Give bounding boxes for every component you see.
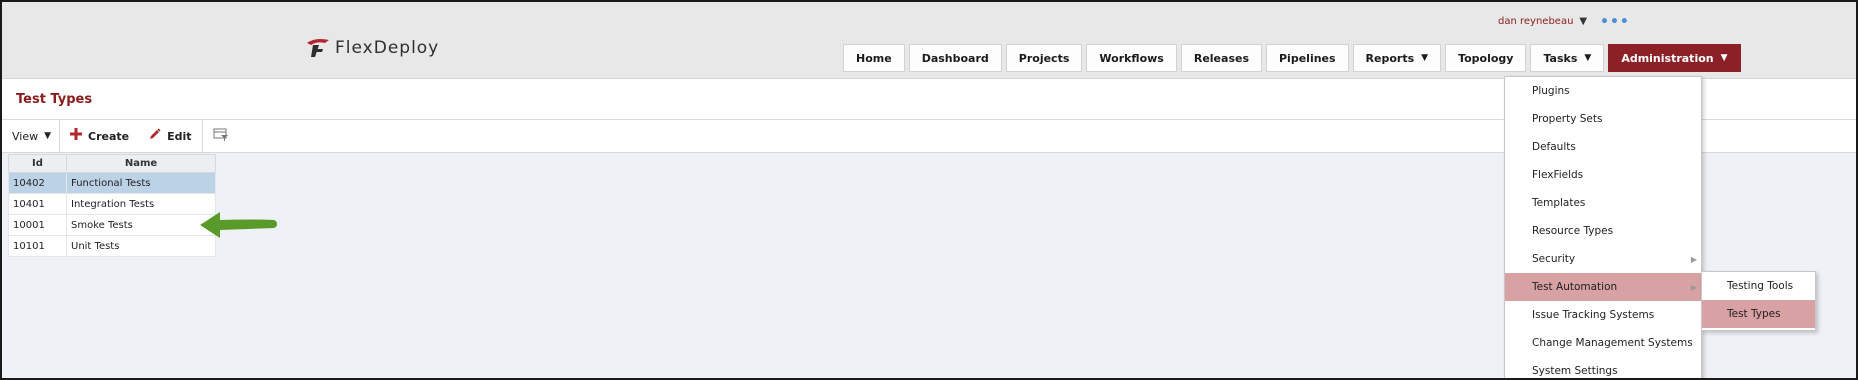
nav-home[interactable]: Home: [843, 44, 905, 72]
table-row[interactable]: 10101 Unit Tests: [8, 235, 216, 257]
test-automation-submenu: Testing Tools Test Types: [1701, 271, 1816, 331]
cell-name: Smoke Tests: [66, 214, 216, 236]
cell-id: 10401: [8, 193, 67, 215]
menu-item-security[interactable]: Security ▶: [1505, 245, 1701, 273]
menu-item-property-sets[interactable]: Property Sets: [1505, 105, 1701, 133]
nav-administration[interactable]: Administration ▼: [1608, 44, 1741, 72]
column-header-name[interactable]: Name: [66, 154, 216, 173]
nav-label: Administration: [1621, 51, 1714, 65]
nav-label: Home: [856, 51, 892, 65]
nav-label: Topology: [1458, 51, 1514, 65]
test-types-table: Id Name 10402 Functional Tests 10401 Int…: [8, 154, 216, 257]
chevron-right-icon: ▶: [1690, 282, 1697, 292]
cell-id: 10402: [8, 172, 67, 194]
pencil-icon: [149, 128, 161, 144]
menu-item-label: Test Automation: [1532, 281, 1618, 293]
nav-workflows[interactable]: Workflows: [1086, 44, 1177, 72]
menu-item-test-automation[interactable]: Test Automation ▶: [1505, 273, 1701, 301]
chevron-down-icon: ▼: [1584, 53, 1592, 63]
edit-label: Edit: [167, 129, 192, 143]
plus-icon: [70, 128, 83, 144]
menu-item-label: Resource Types: [1532, 225, 1614, 237]
menu-item-change-management-systems[interactable]: Change Management Systems: [1505, 329, 1701, 357]
logo-icon: [305, 37, 331, 59]
menu-item-issue-tracking-systems[interactable]: Issue Tracking Systems: [1505, 301, 1701, 329]
filter-icon: [213, 128, 229, 145]
menu-item-label: Plugins: [1532, 85, 1570, 97]
view-label: View: [12, 129, 39, 143]
chevron-down-icon: ▼: [1720, 53, 1728, 63]
cell-id: 10101: [8, 235, 67, 257]
chevron-down-icon: ▼: [1579, 16, 1588, 27]
nav-projects[interactable]: Projects: [1005, 44, 1083, 72]
menu-item-defaults[interactable]: Defaults: [1505, 133, 1701, 161]
menu-item-label: Defaults: [1532, 141, 1576, 153]
user-menu[interactable]: dan reynebeau ▼: [1498, 16, 1587, 27]
chevron-down-icon: ▼: [1421, 53, 1429, 63]
administration-dropdown-menu: Plugins Property Sets Defaults FlexField…: [1504, 76, 1702, 378]
nav-releases[interactable]: Releases: [1180, 44, 1262, 72]
main-nav: Home Dashboard Projects Workflows Releas…: [843, 44, 1741, 72]
nav-label: Workflows: [1099, 51, 1164, 65]
menu-item-flexfields[interactable]: FlexFields: [1505, 161, 1701, 189]
top-header: FlexDeploy dan reynebeau ▼ ••• Home Dash…: [2, 2, 1856, 79]
menu-item-label: FlexFields: [1532, 169, 1584, 181]
table-header-row: Id Name: [8, 154, 216, 173]
menu-item-label: Security: [1532, 253, 1576, 265]
menu-item-templates[interactable]: Templates: [1505, 189, 1701, 217]
annotation-arrow-icon: [198, 210, 278, 243]
cell-name: Unit Tests: [66, 235, 216, 257]
table-row[interactable]: 10401 Integration Tests: [8, 193, 216, 215]
cell-id: 10001: [8, 214, 67, 236]
menu-item-system-settings[interactable]: System Settings: [1505, 357, 1701, 378]
more-icon[interactable]: •••: [1600, 14, 1630, 30]
column-header-id[interactable]: Id: [8, 154, 67, 173]
menu-item-label: Testing Tools: [1727, 280, 1794, 292]
view-menu-button[interactable]: View ▼: [2, 120, 61, 152]
menu-item-label: System Settings: [1532, 365, 1618, 377]
submenu-item-test-types[interactable]: Test Types: [1702, 300, 1815, 328]
nav-label: Reports: [1365, 51, 1415, 65]
menu-item-resource-types[interactable]: Resource Types: [1505, 217, 1701, 245]
chevron-down-icon: ▼: [44, 131, 52, 141]
app-window: FlexDeploy dan reynebeau ▼ ••• Home Dash…: [0, 0, 1858, 380]
create-button[interactable]: Create: [60, 120, 139, 152]
logo-text: FlexDeploy: [335, 38, 440, 58]
table-row[interactable]: 10402 Functional Tests: [8, 172, 216, 194]
nav-label: Tasks: [1543, 51, 1578, 65]
submenu-item-testing-tools[interactable]: Testing Tools: [1702, 272, 1815, 300]
menu-item-label: Property Sets: [1532, 113, 1603, 125]
filter-button[interactable]: [203, 120, 239, 152]
nav-label: Projects: [1018, 51, 1070, 65]
nav-tasks[interactable]: Tasks ▼: [1530, 44, 1605, 72]
nav-topology[interactable]: Topology: [1445, 44, 1527, 72]
menu-item-label: Issue Tracking Systems: [1532, 309, 1655, 321]
page-title: Test Types: [16, 92, 93, 107]
cell-name: Integration Tests: [66, 193, 216, 215]
menu-item-label: Templates: [1532, 197, 1586, 209]
menu-item-label: Change Management Systems: [1532, 337, 1693, 349]
menu-item-plugins[interactable]: Plugins: [1505, 77, 1701, 105]
user-name: dan reynebeau: [1498, 16, 1574, 27]
menu-item-label: Test Types: [1727, 308, 1781, 320]
logo: FlexDeploy: [305, 37, 439, 59]
create-label: Create: [88, 129, 130, 143]
nav-label: Releases: [1193, 51, 1249, 65]
table-row[interactable]: 10001 Smoke Tests: [8, 214, 216, 236]
nav-label: Pipelines: [1279, 51, 1336, 65]
nav-dashboard[interactable]: Dashboard: [908, 44, 1002, 72]
nav-reports[interactable]: Reports ▼: [1352, 44, 1442, 72]
edit-button[interactable]: Edit: [139, 120, 203, 152]
nav-pipelines[interactable]: Pipelines: [1266, 44, 1349, 72]
chevron-right-icon: ▶: [1690, 254, 1697, 264]
nav-label: Dashboard: [921, 51, 989, 65]
cell-name: Functional Tests: [66, 172, 216, 194]
